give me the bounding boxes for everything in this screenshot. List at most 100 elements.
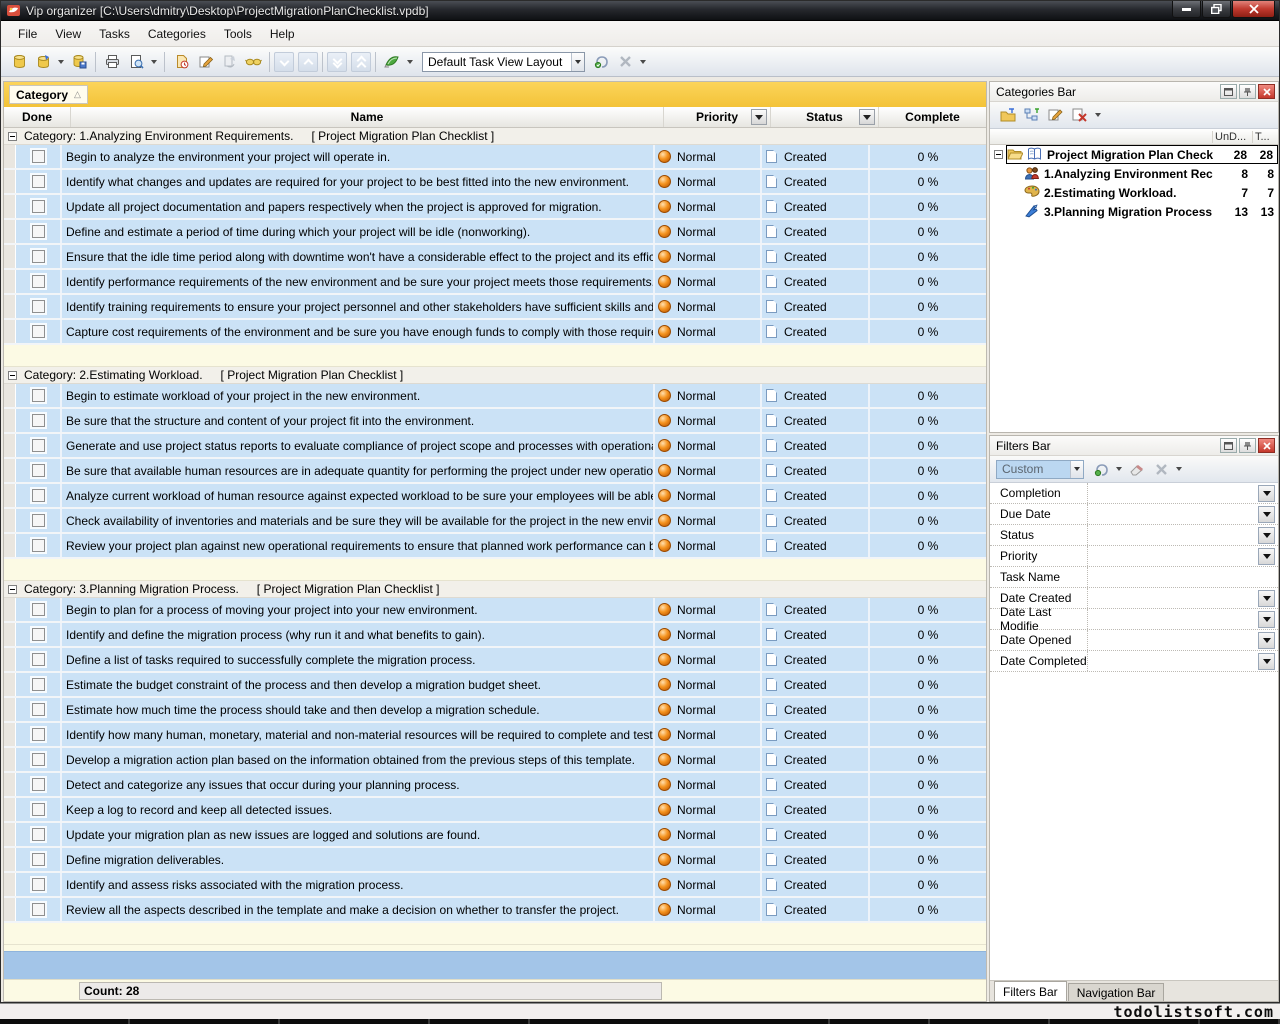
column-header-done[interactable]: Done bbox=[4, 107, 71, 127]
column-header-status[interactable]: Status bbox=[771, 107, 879, 127]
filter-preset-arrow[interactable] bbox=[1070, 461, 1083, 478]
duplicate-task-button[interactable] bbox=[217, 50, 241, 74]
delete-filter-button[interactable] bbox=[1149, 457, 1173, 481]
task-row[interactable]: Begin to plan for a process of moving yo… bbox=[4, 598, 986, 623]
priority-filter-dropdown[interactable] bbox=[751, 109, 767, 125]
column-header-name[interactable]: Name bbox=[71, 107, 664, 127]
filter-value-field[interactable] bbox=[1088, 525, 1258, 545]
task-checkbox[interactable] bbox=[32, 703, 45, 716]
task-checkbox[interactable] bbox=[32, 389, 45, 402]
menu-item-tasks[interactable]: Tasks bbox=[90, 24, 139, 44]
open-database-dropdown[interactable] bbox=[58, 60, 64, 64]
task-checkbox[interactable] bbox=[32, 464, 45, 477]
filter-value-field[interactable] bbox=[1088, 609, 1258, 629]
group-by-category-button[interactable]: Category △ bbox=[9, 85, 88, 104]
close-button[interactable] bbox=[1232, 1, 1275, 18]
task-row[interactable]: Estimate how much time the process shoul… bbox=[4, 698, 986, 723]
filter-dropdown-button[interactable] bbox=[1258, 632, 1275, 649]
menu-item-file[interactable]: File bbox=[9, 24, 46, 44]
task-checkbox[interactable] bbox=[32, 678, 45, 691]
task-checkbox[interactable] bbox=[32, 828, 45, 841]
task-checkbox[interactable] bbox=[32, 489, 45, 502]
filter-dropdown-button[interactable] bbox=[1258, 485, 1275, 502]
task-checkbox[interactable] bbox=[32, 778, 45, 791]
task-row[interactable]: Identify and assess risks associated wit… bbox=[4, 873, 986, 898]
filter-value-field[interactable] bbox=[1088, 651, 1258, 671]
delete-layout-button[interactable] bbox=[613, 50, 637, 74]
filter-value-field[interactable] bbox=[1088, 630, 1258, 650]
print-button[interactable] bbox=[100, 50, 124, 74]
task-row[interactable]: Analyze current workload of human resour… bbox=[4, 484, 986, 509]
filter-value-field[interactable] bbox=[1088, 588, 1258, 608]
category-tree-item[interactable]: 3.Planning Migration Process 13 13 bbox=[990, 202, 1278, 221]
layout-combo[interactable]: Default Task View Layout bbox=[422, 52, 585, 72]
layout-dropdown[interactable] bbox=[407, 60, 413, 64]
panel-close-button[interactable] bbox=[1258, 84, 1275, 99]
panel-pin-button[interactable] bbox=[1239, 84, 1256, 99]
task-checkbox[interactable] bbox=[32, 753, 45, 766]
filter-dropdown-button[interactable] bbox=[1258, 590, 1275, 607]
task-row[interactable]: Identify performance requirements of the… bbox=[4, 270, 986, 295]
task-checkbox[interactable] bbox=[32, 628, 45, 641]
task-row[interactable]: Check availability of inventories and ma… bbox=[4, 509, 986, 534]
task-checkbox[interactable] bbox=[32, 439, 45, 452]
filter-dropdown-button[interactable] bbox=[1258, 653, 1275, 670]
task-row[interactable]: Begin to estimate workload of your proje… bbox=[4, 384, 986, 409]
status-filter-dropdown[interactable] bbox=[859, 109, 875, 125]
task-checkbox[interactable] bbox=[32, 514, 45, 527]
collapse-icon[interactable] bbox=[8, 585, 17, 594]
panel-restore-button[interactable] bbox=[1220, 438, 1237, 453]
clear-filter-button[interactable] bbox=[1125, 457, 1149, 481]
filter-value-field[interactable] bbox=[1088, 546, 1258, 566]
task-row[interactable]: Identify how many human, monetary, mater… bbox=[4, 723, 986, 748]
filter-dropdown-button[interactable] bbox=[1258, 527, 1275, 544]
menu-item-categories[interactable]: Categories bbox=[139, 24, 215, 44]
move-top-button[interactable] bbox=[351, 52, 371, 72]
category-tree-item[interactable]: 1.Analyzing Environment Rec 8 8 bbox=[990, 164, 1278, 183]
collapse-icon[interactable] bbox=[994, 150, 1003, 159]
task-row[interactable]: Ensure that the idle time period along w… bbox=[4, 245, 986, 270]
task-checkbox[interactable] bbox=[32, 803, 45, 816]
filter-preset-combo[interactable]: Custom bbox=[996, 460, 1084, 479]
task-checkbox[interactable] bbox=[32, 175, 45, 188]
filter-value-field[interactable] bbox=[1088, 483, 1258, 503]
print-dropdown[interactable] bbox=[151, 60, 157, 64]
new-category-button[interactable] bbox=[996, 103, 1020, 127]
task-row[interactable]: Identify training requirements to ensure… bbox=[4, 295, 986, 320]
category-tree-item[interactable]: Project Migration Plan Check 28 28 bbox=[990, 145, 1278, 164]
task-row[interactable]: Define migration deliverables. Normal Cr… bbox=[4, 848, 986, 873]
task-row[interactable]: Be sure that available human resources a… bbox=[4, 459, 986, 484]
task-checkbox[interactable] bbox=[32, 225, 45, 238]
new-task-row[interactable] bbox=[4, 345, 986, 367]
task-row[interactable]: Review your project plan against new ope… bbox=[4, 534, 986, 559]
tree-column-undone[interactable]: UnD... bbox=[1212, 131, 1252, 143]
task-checkbox[interactable] bbox=[32, 903, 45, 916]
minimize-button[interactable] bbox=[1172, 1, 1201, 18]
task-row[interactable]: Update your migration plan as new issues… bbox=[4, 823, 986, 848]
move-bottom-button[interactable] bbox=[327, 52, 347, 72]
task-row[interactable]: Detect and categorize any issues that oc… bbox=[4, 773, 986, 798]
task-row[interactable]: Capture cost requirements of the environ… bbox=[4, 320, 986, 345]
task-row[interactable]: Identify and define the migration proces… bbox=[4, 623, 986, 648]
task-checkbox[interactable] bbox=[32, 150, 45, 163]
menu-item-view[interactable]: View bbox=[46, 24, 90, 44]
column-header-complete[interactable]: Complete bbox=[879, 107, 986, 127]
group-header[interactable]: Category: 1.Analyzing Environment Requir… bbox=[4, 128, 986, 145]
new-task-row[interactable] bbox=[4, 559, 986, 581]
task-row[interactable]: Keep a log to record and keep all detect… bbox=[4, 798, 986, 823]
view-glasses-button[interactable] bbox=[241, 50, 265, 74]
task-row[interactable]: Update all project documentation and pap… bbox=[4, 195, 986, 220]
task-row[interactable]: Review all the aspects described in the … bbox=[4, 898, 986, 923]
task-checkbox[interactable] bbox=[32, 414, 45, 427]
move-down-button[interactable] bbox=[274, 52, 294, 72]
filter-dropdown-button[interactable] bbox=[1258, 548, 1275, 565]
category-tree-item[interactable]: 2.Estimating Workload. 7 7 bbox=[990, 183, 1278, 202]
group-header[interactable]: Category: 3.Planning Migration Process. … bbox=[4, 581, 986, 598]
task-row[interactable]: Generate and use project status reports … bbox=[4, 434, 986, 459]
task-checkbox[interactable] bbox=[32, 325, 45, 338]
column-header-priority[interactable]: Priority bbox=[664, 107, 771, 127]
group-header[interactable]: Category: 2.Estimating Workload. [ Proje… bbox=[4, 367, 986, 384]
new-database-button[interactable] bbox=[7, 50, 31, 74]
new-subcategory-button[interactable] bbox=[1020, 103, 1044, 127]
tab-filters-bar[interactable]: Filters Bar bbox=[994, 981, 1067, 1001]
